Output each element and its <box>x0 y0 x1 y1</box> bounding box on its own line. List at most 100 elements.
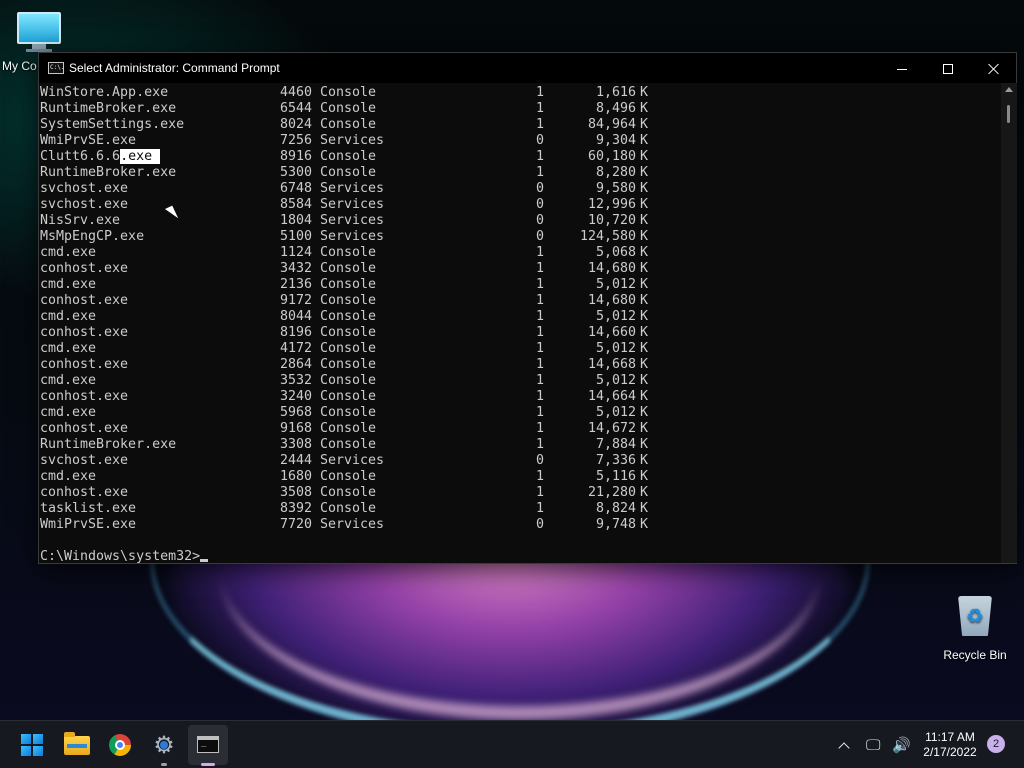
process-cell: 3432 <box>280 261 313 276</box>
taskbar-chrome[interactable] <box>100 725 140 765</box>
process-row: svchost.exe 6748 Services 0 9,580 K <box>40 181 1001 197</box>
process-row: conhost.exe 9168 Console 1 14,672 K <box>40 421 1001 437</box>
process-cell: RuntimeBroker.exe <box>40 101 177 116</box>
process-cell: 9172 <box>280 293 313 308</box>
process-cell: 8,280 <box>595 165 636 180</box>
process-cell: conhost.exe <box>40 325 129 340</box>
process-row: conhost.exe 3508 Console 1 21,280 K <box>40 485 1001 501</box>
volume-icon[interactable]: 🔊 <box>892 735 911 755</box>
process-cell: K <box>640 469 649 484</box>
taskbar-clock[interactable]: 11:17 AM 2/17/2022 <box>916 730 984 760</box>
process-cell: cmd.exe <box>40 341 97 356</box>
process-cell: 5300 <box>280 165 313 180</box>
process-row: conhost.exe 3240 Console 1 14,664 K <box>40 389 1001 405</box>
process-cell: K <box>640 341 649 356</box>
process-cell: WinStore.App.exe <box>40 85 169 100</box>
process-cell: K <box>640 85 649 100</box>
close-button[interactable] <box>971 53 1017 83</box>
command-prompt-line[interactable]: C:\Windows\system32> <box>40 549 1001 563</box>
process-cell: cmd.exe <box>40 277 97 292</box>
process-cell: 60,180 <box>587 149 636 164</box>
process-cell: Console <box>320 469 377 484</box>
process-cell: 21,280 <box>587 485 636 500</box>
process-cell: K <box>640 501 649 516</box>
maximize-icon <box>943 64 953 75</box>
process-cell: svchost.exe <box>40 181 129 196</box>
process-cell: 7,884 <box>595 437 636 452</box>
desktop-icon-recycle-bin[interactable]: Recycle Bin <box>940 596 1010 662</box>
process-row: WmiPrvSE.exe 7256 Services 0 9,304 K <box>40 133 1001 149</box>
scroll-up-arrow-icon[interactable] <box>1005 87 1013 92</box>
process-cell: Console <box>320 421 377 436</box>
show-hidden-icons-button[interactable] <box>838 737 850 757</box>
process-cell: K <box>640 213 649 228</box>
process-row: tasklist.exe 8392 Console 1 8,824 K <box>40 501 1001 517</box>
process-cell: 8,824 <box>595 501 636 516</box>
process-cell: Console <box>320 437 377 452</box>
recycle-bin-icon <box>958 596 992 636</box>
process-cell: conhost.exe <box>40 261 129 276</box>
clock-time: 11:17 AM <box>925 730 975 744</box>
process-cell: 7,336 <box>595 453 636 468</box>
process-cell: 14,668 <box>587 357 636 372</box>
process-cell: RuntimeBroker.exe <box>40 437 177 452</box>
taskbar-file-explorer[interactable] <box>56 725 96 765</box>
process-row: svchost.exe 8584 Services 0 12,996 K <box>40 197 1001 213</box>
process-cell: K <box>640 245 649 260</box>
maximize-button[interactable] <box>925 53 971 83</box>
process-cell: 6748 <box>280 181 313 196</box>
process-cell: K <box>640 357 649 372</box>
process-cell: conhost.exe <box>40 485 129 500</box>
console-app-icon[interactable]: C:\. <box>48 62 64 74</box>
process-cell: Console <box>320 293 377 308</box>
window-titlebar[interactable]: C:\. Select Administrator: Command Promp… <box>39 53 1016 83</box>
process-cell: 8916 <box>280 149 313 164</box>
process-cell: 124,580 <box>579 229 636 244</box>
process-cell: Console <box>320 309 377 324</box>
process-cell: 1,616 <box>595 85 636 100</box>
console-output[interactable]: WinStore.App.exe 4460 Console 1 1,616 K Runtim… <box>39 83 1001 563</box>
window-title: Select Administrator: Command Prompt <box>69 61 280 75</box>
process-cell: 7256 <box>280 133 313 148</box>
clock-date: 2/17/2022 <box>923 745 977 759</box>
process-cell: cmd.exe <box>40 373 97 388</box>
process-cell: 9168 <box>280 421 313 436</box>
command-prompt-window[interactable]: C:\. Select Administrator: Command Promp… <box>38 52 1017 564</box>
start-button[interactable] <box>12 725 52 765</box>
process-cell: 3508 <box>280 485 313 500</box>
process-cell: K <box>640 373 649 388</box>
process-cell: Console <box>320 485 377 500</box>
process-cell: WmiPrvSE.exe <box>40 517 137 532</box>
process-cell: K <box>640 421 649 436</box>
process-cell: conhost.exe <box>40 293 129 308</box>
process-cell: 5,012 <box>595 277 636 292</box>
taskbar-settings[interactable]: ⚙ <box>144 725 184 766</box>
minimize-button[interactable] <box>879 53 925 83</box>
vertical-scrollbar[interactable] <box>1001 83 1017 563</box>
process-cell: K <box>640 181 649 196</box>
process-cell: Console <box>320 101 377 116</box>
process-cell: Services <box>320 133 385 148</box>
process-cell: cmd.exe <box>40 469 97 484</box>
process-cell: 4460 <box>280 85 313 100</box>
taskbar-command-prompt[interactable] <box>188 725 228 766</box>
notification-badge[interactable]: 2 <box>987 735 1005 753</box>
process-row: RuntimeBroker.exe 6544 Console 1 8,496 K <box>40 101 1001 117</box>
process-cell: 5,012 <box>595 341 636 356</box>
process-cell: svchost.exe <box>40 453 129 468</box>
network-icon[interactable]: 🖵 <box>866 735 880 755</box>
process-row: NisSrv.exe 1804 Services 0 10,720 K <box>40 213 1001 229</box>
process-cell: 8584 <box>280 197 313 212</box>
process-cell: K <box>640 453 649 468</box>
process-row: conhost.exe 9172 Console 1 14,680 K <box>40 293 1001 309</box>
process-cell: Console <box>320 261 377 276</box>
process-cell: 3240 <box>280 389 313 404</box>
process-row: WmiPrvSE.exe 7720 Services 0 9,748 K <box>40 517 1001 533</box>
chevron-up-icon <box>838 742 850 754</box>
process-cell: Console <box>320 85 377 100</box>
process-cell: 14,680 <box>587 261 636 276</box>
process-cell: K <box>640 197 649 212</box>
scroll-thumb[interactable] <box>1007 105 1010 123</box>
process-cell: SystemSettings.exe <box>40 117 185 132</box>
